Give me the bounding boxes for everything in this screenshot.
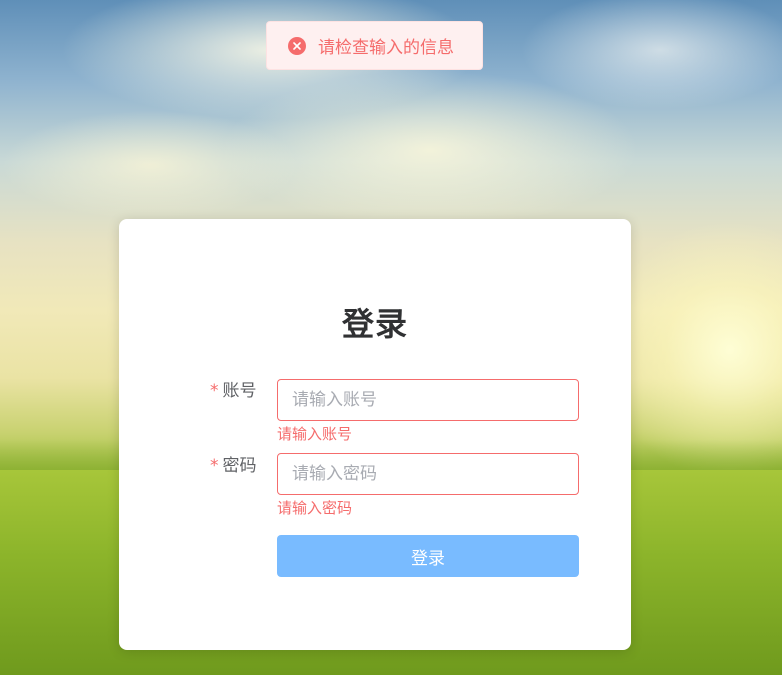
background-cloud (0, 110, 300, 220)
password-input[interactable] (277, 453, 579, 495)
login-card: 登录 *账号 请输入账号 *密码 请输入密码 登录 (119, 219, 631, 650)
login-page: 请检查输入的信息 登录 *账号 请输入账号 *密码 请输入密码 登录 (0, 0, 782, 675)
login-button[interactable]: 登录 (277, 535, 579, 577)
toast-message: 请检查输入的信息 (318, 38, 454, 58)
error-toast: 请检查输入的信息 (266, 21, 483, 70)
required-mark: * (210, 456, 219, 476)
required-mark: * (210, 381, 219, 401)
account-label-text: 账号 (222, 381, 257, 401)
password-label: * 密码 (210, 451, 257, 476)
login-title: 登录 (341, 305, 408, 343)
password-label-text: 密码 (222, 456, 257, 476)
error-circle-icon (288, 36, 306, 55)
password-error-text: 请输入密码 (277, 499, 353, 517)
background-cloud (220, 70, 640, 230)
account-error-text: 请输入账号 (277, 425, 353, 443)
account-input[interactable] (277, 379, 579, 421)
close-x-icon (293, 41, 301, 50)
account-label: * 账号 (210, 376, 257, 401)
background-cloud (520, 0, 782, 110)
